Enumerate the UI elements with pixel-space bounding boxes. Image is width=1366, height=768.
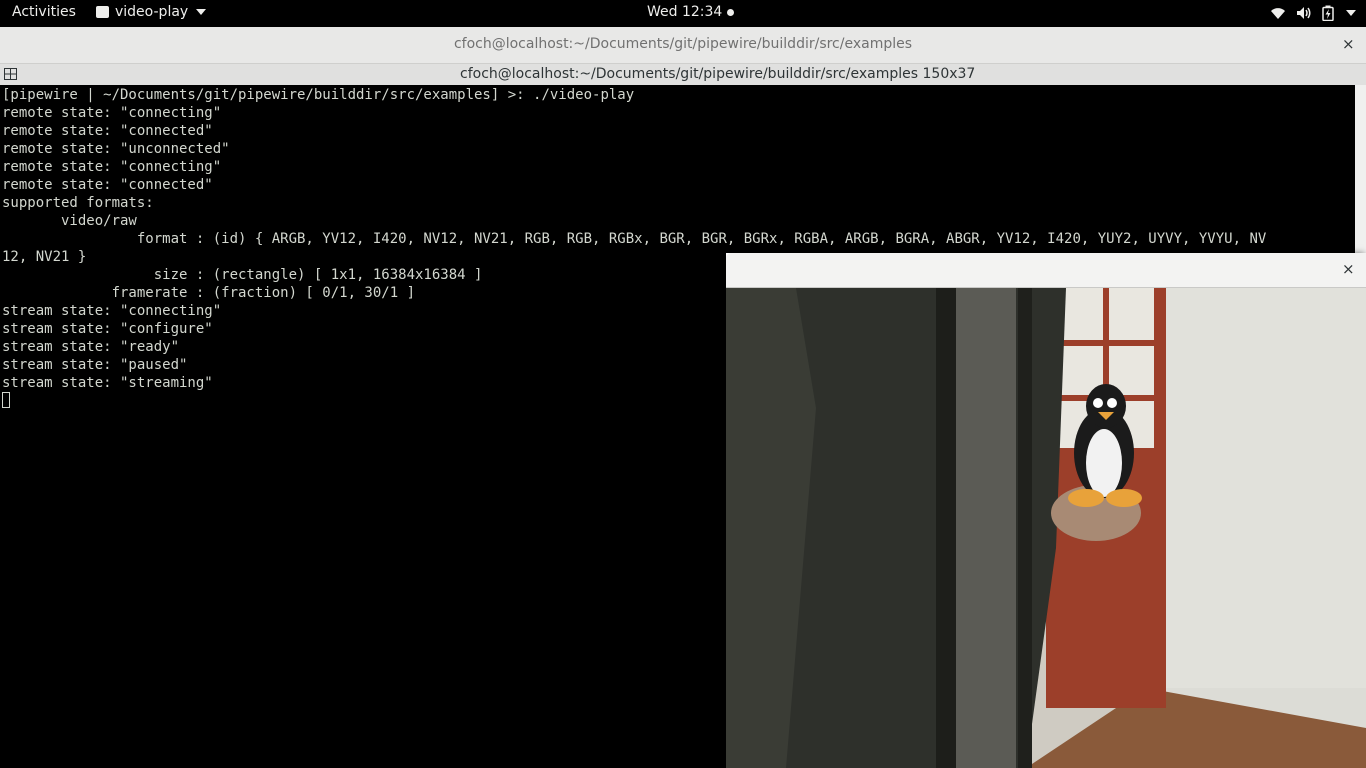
terminal-line: format : (id) { ARGB, YV12, I420, NV12, …	[2, 231, 1267, 247]
terminal-titlebar[interactable]: cfoch@localhost:~/Documents/git/pipewire…	[0, 27, 1366, 64]
notification-dot-icon	[727, 8, 735, 16]
terminal-line: remote state: "connecting"	[2, 159, 222, 175]
app-menu[interactable]: video-play	[96, 4, 207, 20]
terminal-line: [pipewire | ~/Documents/git/pipewire/bui…	[2, 87, 635, 103]
terminal-line: remote state: "connected"	[2, 177, 213, 193]
terminal-line: size : (rectangle) [ 1x1, 16384x16384 ]	[2, 267, 483, 283]
clock[interactable]: Wed 12:34	[647, 4, 735, 20]
video-close-icon[interactable]: ×	[1342, 260, 1355, 278]
app-icon	[96, 6, 109, 18]
terminal-line: framerate : (fraction) [ 0/1, 30/1 ]	[2, 285, 416, 301]
terminal-line: remote state: "unconnected"	[2, 141, 230, 157]
terminal-menu-icon[interactable]	[4, 68, 17, 80]
terminal-tab-bar: cfoch@localhost:~/Documents/git/pipewire…	[0, 64, 1366, 86]
terminal-close-icon[interactable]: ×	[1342, 35, 1355, 53]
webcam-video-image	[726, 288, 1366, 768]
terminal-line: supported formats:	[2, 195, 154, 211]
battery-icon	[1322, 5, 1334, 21]
top-bar: Activities video-play Wed 12:34	[0, 0, 1366, 27]
terminal-line: stream state: "ready"	[2, 339, 180, 355]
terminal-line: video/raw	[2, 213, 137, 229]
dropdown-arrow-icon	[196, 9, 207, 15]
volume-icon	[1297, 7, 1311, 19]
video-frame	[726, 288, 1366, 768]
system-menu[interactable]	[1270, 5, 1356, 21]
terminal-line: stream state: "configure"	[2, 321, 213, 337]
terminal-line: stream state: "streaming"	[2, 375, 213, 391]
terminal-cursor	[2, 392, 10, 408]
app-menu-label: video-play	[115, 4, 189, 20]
video-window-headerbar[interactable]: ×	[726, 253, 1366, 288]
terminal-line: remote state: "connected"	[2, 123, 213, 139]
wifi-icon	[1271, 8, 1285, 19]
clock-label: Wed 12:34	[647, 4, 723, 20]
terminal-line: remote state: "connecting"	[2, 105, 222, 121]
system-dropdown-arrow-icon	[1346, 10, 1356, 16]
terminal-tab-title[interactable]: cfoch@localhost:~/Documents/git/pipewire…	[460, 66, 975, 82]
terminal-line: stream state: "paused"	[2, 357, 188, 373]
terminal-line: 12, NV21 }	[2, 249, 87, 265]
terminal-window-title: cfoch@localhost:~/Documents/git/pipewire…	[453, 36, 913, 52]
activities-button[interactable]: Activities	[12, 4, 76, 20]
video-play-window[interactable]: ×	[726, 253, 1366, 768]
terminal-line: stream state: "connecting"	[2, 303, 222, 319]
